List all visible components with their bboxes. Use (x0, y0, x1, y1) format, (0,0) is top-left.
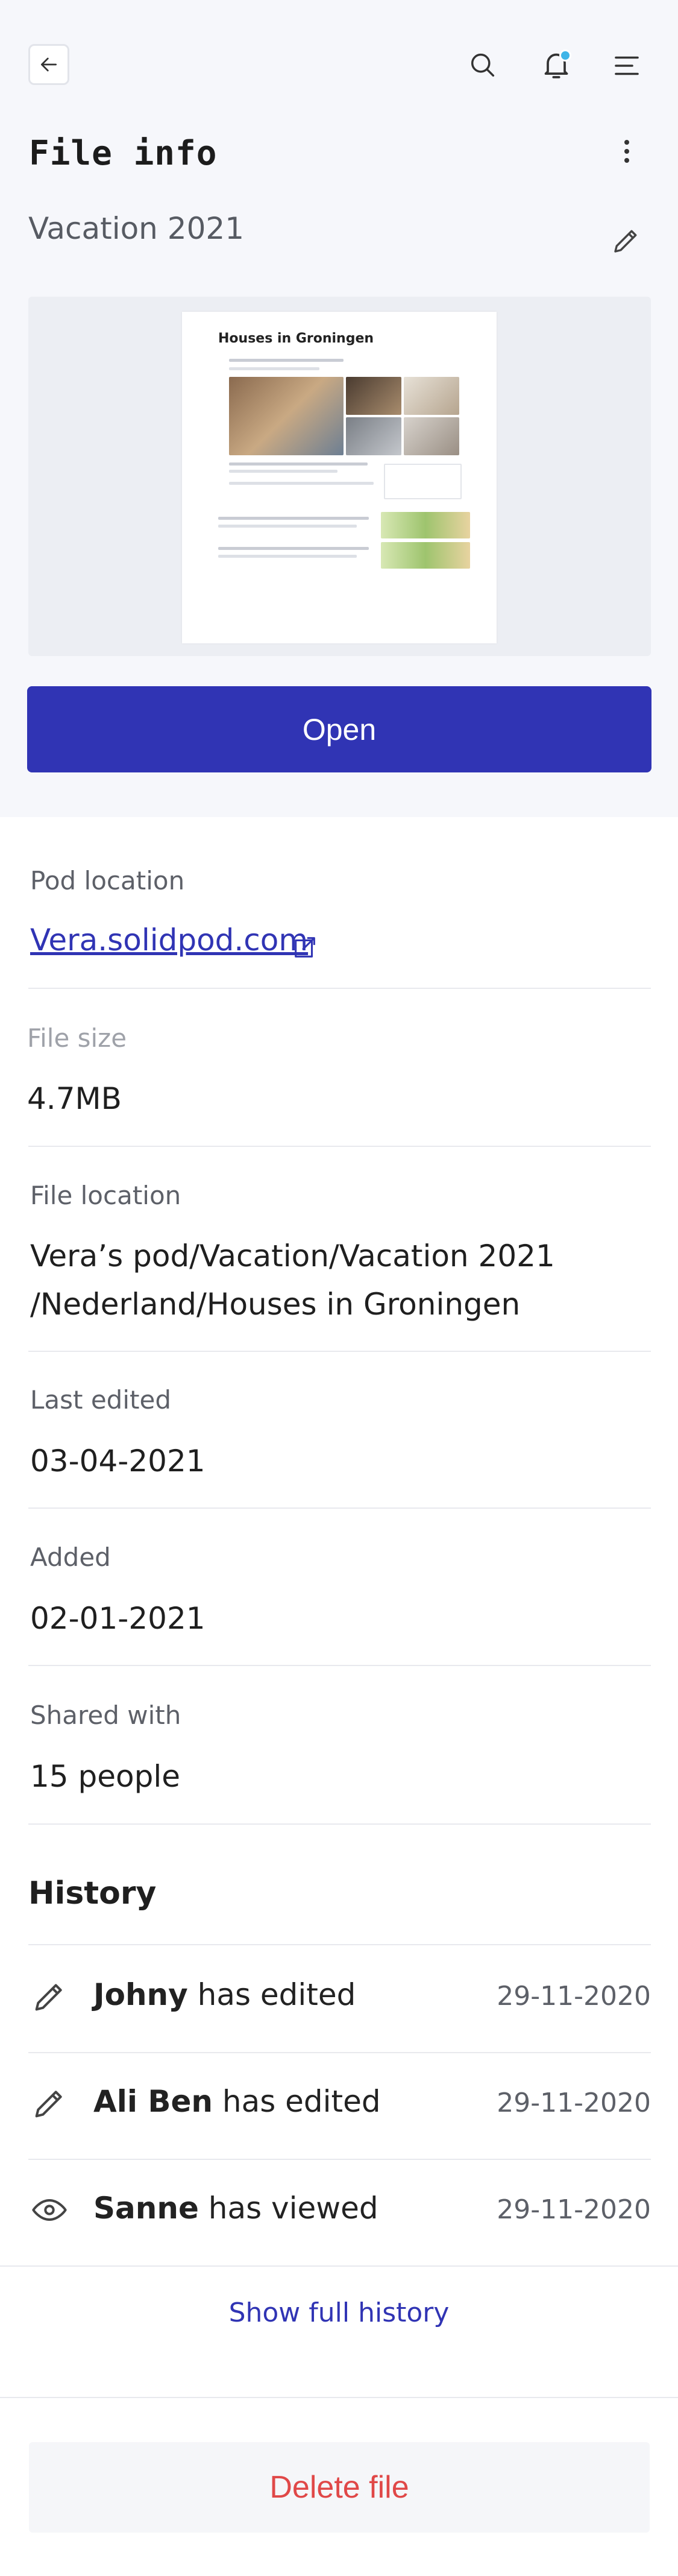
open-button[interactable]: Open (27, 686, 651, 772)
history-item-user: Johny (93, 1977, 188, 2012)
added-label: Added (30, 1542, 111, 1572)
pod-location-link[interactable]: Vera.solidpod.com (30, 923, 308, 958)
history-item[interactable]: Johny has edited 29-11-2020 (0, 1946, 678, 2052)
preview-text-line (229, 482, 374, 485)
history-item-text: Johny has edited (93, 1977, 356, 2012)
preview-thumbnail (381, 512, 470, 538)
divider (28, 988, 651, 989)
menu-icon (615, 56, 639, 75)
history-item-text: Sanne has viewed (93, 2191, 378, 2226)
history-item[interactable]: Ali Ben has edited 29-11-2020 (0, 2053, 678, 2159)
notification-dot (559, 49, 571, 62)
history-item-user: Ali Ben (93, 2084, 213, 2119)
history-item-text: Ali Ben has edited (93, 2084, 381, 2119)
file-location-label: File location (30, 1181, 181, 1210)
file-size-label: File size (27, 1023, 127, 1053)
folder-name: Vacation 2021 (28, 211, 245, 246)
history-item-date: 29-11-2020 (497, 2194, 651, 2225)
history-item-date: 29-11-2020 (497, 1981, 651, 2012)
preview-photo (346, 417, 401, 455)
divider (28, 1823, 651, 1825)
pod-location-label: Pod location (30, 866, 185, 895)
delete-file-button[interactable]: Delete file (29, 2442, 650, 2533)
divider (28, 1351, 651, 1352)
arrow-left-icon (41, 57, 57, 72)
preview-photo (346, 377, 401, 415)
search-button[interactable] (463, 45, 503, 85)
shared-with-value[interactable]: 15 people (30, 1752, 180, 1801)
divider (0, 2265, 678, 2267)
preview-thumbnail (381, 542, 470, 569)
preview-photo (404, 417, 459, 455)
pencil-icon (35, 2091, 62, 2118)
notifications-button[interactable] (535, 43, 577, 86)
search-icon (471, 53, 495, 77)
preview-text-line (218, 555, 357, 558)
history-item-user: Sanne (93, 2191, 199, 2226)
preview-text-line (229, 470, 337, 473)
external-link-icon[interactable] (291, 933, 319, 961)
preview-text-line (218, 525, 357, 528)
pencil-icon (614, 230, 637, 253)
divider (28, 1944, 651, 1945)
preview-card (384, 464, 462, 499)
added-value: 02-01-2021 (30, 1601, 206, 1636)
preview-text-line (229, 367, 319, 370)
show-full-history-link[interactable]: Show full history (0, 2297, 678, 2328)
divider (28, 1665, 651, 1666)
divider (28, 1146, 651, 1147)
preview-doc-title: Houses in Groningen (218, 331, 374, 346)
divider (0, 2397, 678, 2398)
file-size-value: 4.7MB (27, 1081, 122, 1116)
back-button[interactable] (28, 44, 69, 85)
file-location-line2: /Nederland/Houses in Groningen (30, 1287, 521, 1322)
history-item-action: has viewed (198, 2191, 378, 2226)
preview-photo-main (229, 377, 344, 455)
pencil-icon (35, 1984, 62, 2011)
history-item-action: has edited (213, 2084, 381, 2119)
more-vertical-icon[interactable] (614, 136, 640, 172)
history-item-date: 29-11-2020 (497, 2088, 651, 2118)
file-preview[interactable]: Houses in Groningen (28, 297, 651, 656)
edit-name-button[interactable] (606, 221, 646, 260)
last-edited-label: Last edited (30, 1385, 171, 1415)
preview-text-line (218, 547, 369, 550)
preview-text-line (229, 359, 344, 362)
divider (28, 1507, 651, 1509)
page-title: File info (29, 134, 218, 173)
last-edited-value: 03-04-2021 (30, 1444, 206, 1479)
preview-photo (404, 377, 459, 415)
history-item[interactable]: Sanne has viewed 29-11-2020 (0, 2159, 678, 2265)
shared-with-label: Shared with (30, 1700, 181, 1730)
preview-text-line (218, 517, 369, 520)
history-title: History (28, 1875, 157, 1911)
history-item-action: has edited (187, 1977, 356, 2012)
preview-document: Houses in Groningen (182, 312, 497, 643)
preview-text-line (229, 462, 368, 466)
menu-button[interactable] (607, 46, 647, 86)
file-location-line1: Vera’s pod/Vacation/Vacation 2021 (30, 1239, 555, 1274)
eye-icon (32, 2199, 67, 2221)
